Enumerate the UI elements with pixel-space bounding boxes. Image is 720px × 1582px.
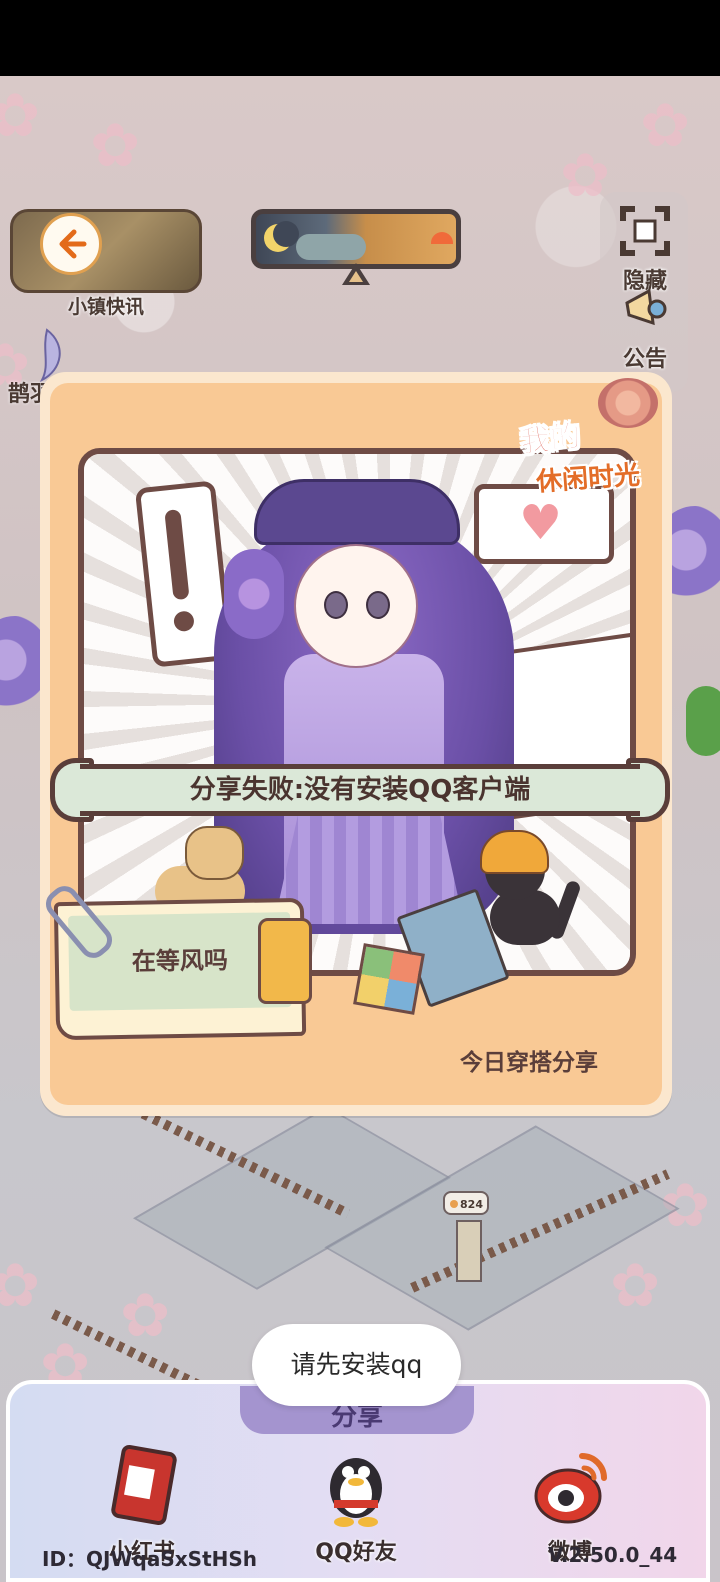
taiyaki-hat-icon <box>480 830 549 874</box>
user-id: ID：QJWqaSxStHSh <box>42 1547 258 1571</box>
moon-icon <box>264 221 299 252</box>
announcement-label: 公告 <box>622 347 667 372</box>
logo-line2: 休闲时光 <box>535 460 642 498</box>
back-button[interactable] <box>40 213 102 275</box>
signpost-icon[interactable] <box>456 1220 482 1282</box>
snail-icon <box>598 378 658 428</box>
cat-pet-icon <box>480 830 600 950</box>
cloud-icon <box>296 234 366 260</box>
coin-icon <box>450 1200 458 1208</box>
counter-badge[interactable]: 824 <box>443 1191 489 1215</box>
bottle-icon <box>258 918 312 1004</box>
logo-line1: 我的 <box>518 418 583 461</box>
weibo-eye-icon <box>534 1453 607 1524</box>
town-news-label: 小镇快讯 <box>67 296 144 318</box>
weather-pointer-inner <box>349 271 363 282</box>
hide-button[interactable]: 隐藏 <box>610 205 680 295</box>
day-night-weather-icon[interactable] <box>251 209 461 269</box>
counter-value: 824 <box>460 1198 483 1211</box>
back-arrow-icon <box>59 229 87 259</box>
announcement-megaphone-icon <box>625 288 667 326</box>
rubiks-cube-icon <box>353 943 425 1015</box>
game-logo: 我的 休闲时光 <box>506 378 672 498</box>
character-face <box>294 544 418 668</box>
xiaohongshu-book-icon <box>111 1444 177 1526</box>
share-qq-button[interactable]: QQ好友 <box>296 1442 416 1566</box>
share-error-banner: 分享失败:没有安装QQ客户端 <box>50 758 670 822</box>
qq-penguin-icon <box>330 1458 382 1527</box>
announcement-button[interactable]: 公告 <box>610 283 680 373</box>
hide-frame-icon <box>620 206 670 256</box>
app-version: V.2.50.0_44 <box>548 1543 678 1567</box>
sun-icon <box>431 232 453 244</box>
share-qq-label: QQ好友 <box>315 1540 397 1565</box>
status-bar <box>0 0 720 76</box>
wisteria-flower-icon <box>224 549 284 639</box>
character-headpiece <box>254 479 460 545</box>
outfit-share-caption: 今日穿搭分享 <box>460 1050 598 1076</box>
toast-message: 请先安装qq <box>252 1324 461 1406</box>
town-news-button[interactable] <box>10 209 202 293</box>
share-error-text: 分享失败:没有安装QQ客户端 <box>189 775 531 805</box>
